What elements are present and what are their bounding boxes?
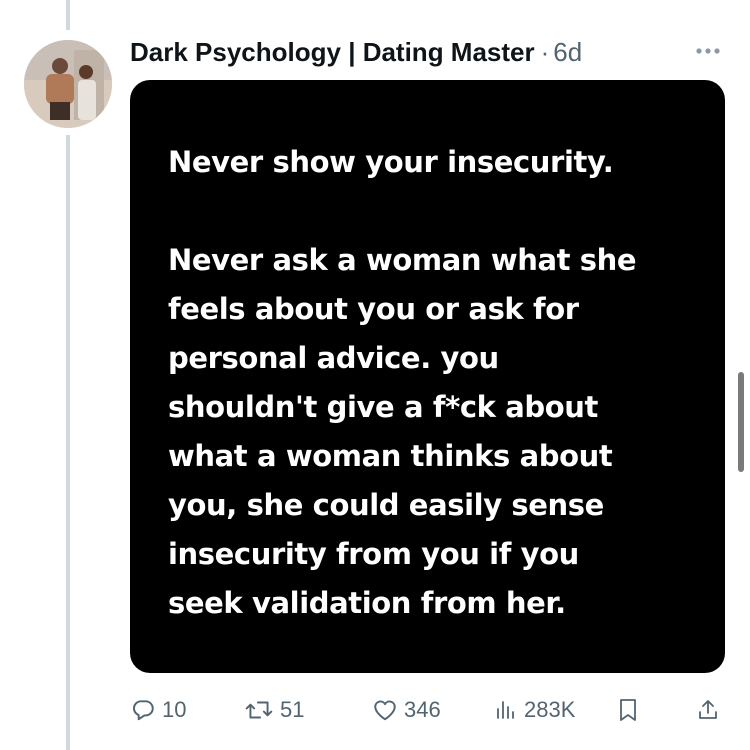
like-icon (374, 700, 396, 721)
media-text-gap (168, 187, 708, 236)
media-line: what a woman thinks about (168, 439, 613, 473)
media-line: feels about you or ask for (168, 292, 579, 326)
reply-icon (132, 700, 154, 721)
views-button[interactable]: 283K (494, 694, 575, 726)
thread-line-top (66, 0, 70, 30)
more-icon (696, 48, 720, 54)
repost-button[interactable]: 51 (244, 694, 304, 726)
share-button[interactable] (696, 694, 720, 726)
media-text: Never show your insecurity. Never ask a … (168, 138, 708, 628)
repost-count: 51 (280, 697, 305, 722)
media-headline: Never show your insecurity. (168, 145, 614, 179)
share-icon (699, 700, 717, 719)
like-count: 346 (404, 697, 441, 722)
avatar[interactable] (24, 40, 112, 128)
media-line: insecurity from you if you (168, 537, 579, 571)
repost-icon (245, 701, 273, 719)
reply-button[interactable]: 10 (130, 694, 186, 726)
media-line: personal advice. you (168, 341, 499, 375)
post-page: Dark Psychology | Dating Master · 6d Nev… (0, 0, 750, 750)
like-button[interactable]: 346 (372, 694, 441, 726)
media-line: Never ask a woman what she (168, 243, 637, 277)
media-line: shouldn't give a f*ck about (168, 390, 599, 424)
media-line: you, she could easily sense (168, 488, 604, 522)
author-name[interactable]: Dark Psychology | Dating Master (130, 37, 535, 68)
post-time[interactable]: 6d (553, 37, 582, 68)
views-icon (497, 701, 514, 719)
views-count: 283K (524, 697, 576, 722)
thread-line-bottom (66, 135, 70, 750)
action-bar: 10 51 346 283K (0, 694, 750, 726)
header-separator: · (540, 36, 550, 67)
reply-count: 10 (162, 697, 187, 722)
scrollbar-thumb[interactable] (738, 372, 744, 472)
post-media-image[interactable]: Never show your insecurity. Never ask a … (130, 80, 725, 673)
avatar-image (24, 40, 112, 128)
media-line: seek validation from her. (168, 586, 566, 620)
bookmark-button[interactable] (616, 694, 640, 726)
post-header: Dark Psychology | Dating Master · 6d (130, 34, 582, 70)
more-button[interactable] (690, 36, 726, 66)
bookmark-icon (620, 699, 636, 721)
